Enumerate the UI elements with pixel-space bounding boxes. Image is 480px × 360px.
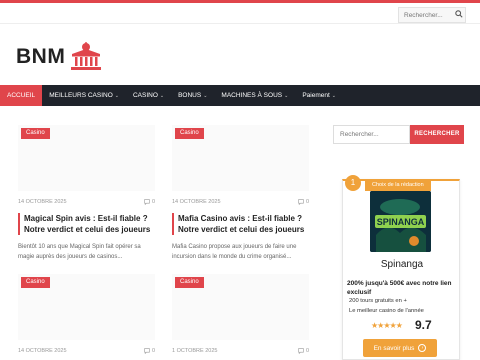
category-badge[interactable]: Casino xyxy=(175,128,204,139)
post-excerpt: Mafia Casino propose aux joueurs de fair… xyxy=(172,244,297,260)
bonus-offer: 200% jusqu'à 500€ avec notre lien exclus… xyxy=(347,280,452,296)
chevron-down-icon: ⌄ xyxy=(331,92,336,99)
logo-text: BNM xyxy=(16,45,66,68)
top-bar: Rechercher... xyxy=(0,0,480,24)
post-excerpt: Bientôt 10 ans que Magical Spin fait opé… xyxy=(18,244,141,260)
bank-building-icon xyxy=(71,42,102,70)
post-date: 1 OCTOBRE 2025 xyxy=(172,348,218,354)
post-date: 14 OCTOBRE 2025 xyxy=(172,199,221,205)
search-button[interactable]: RECHERCHER xyxy=(410,125,464,144)
comment-icon xyxy=(298,199,304,205)
nav-label: BONUS xyxy=(178,92,202,99)
nav-item-accueil[interactable]: ACCUEIL xyxy=(0,85,43,106)
nav-item-paiement[interactable]: Paiement ⌄ xyxy=(295,85,343,106)
post-card: Casino 1 OCTOBRE 2025 0 xyxy=(172,274,309,360)
nav-item-meilleurs-casino[interactable]: MEILLEURS CASINO ⌄ xyxy=(42,85,126,106)
sidebar-search-input[interactable]: Rechercher... xyxy=(333,125,410,144)
comment-count-value: 0 xyxy=(305,348,309,354)
category-badge[interactable]: Casino xyxy=(21,277,50,288)
rating-score: 9.7 xyxy=(415,318,432,332)
post-date: 14 OCTOBRE 2025 xyxy=(18,348,67,354)
post-meta: 14 OCTOBRE 2025 0 xyxy=(18,199,155,207)
nav-item-machines-a-sous[interactable]: MACHINES À SOUS ⌄ xyxy=(214,85,295,106)
post-card: Casino 14 OCTOBRE 2025 0 xyxy=(18,274,155,360)
post-meta: 1 OCTOBRE 2025 0 xyxy=(172,348,309,356)
nav-label: CASINO xyxy=(132,92,158,99)
casino-promo-card: 1 Choix de la rédaction SPINANGA Spinang… xyxy=(342,175,461,360)
nav-item-casino[interactable]: CASINO ⌄ xyxy=(126,85,171,106)
nav-label: Paiement xyxy=(302,92,330,99)
comment-count-value: 0 xyxy=(151,199,155,205)
casino-logo-art: SPINANGA xyxy=(370,191,431,252)
post-meta: 14 OCTOBRE 2025 0 xyxy=(18,348,155,356)
site-logo[interactable]: BNM xyxy=(16,40,103,74)
casino-logo[interactable]: SPINANGA xyxy=(370,191,431,252)
editor-choice-tag: Choix de la rédaction xyxy=(365,179,431,191)
comment-count[interactable]: 0 xyxy=(144,348,155,354)
feature-item: 200 tours gratuits en + xyxy=(349,298,407,304)
post-title[interactable]: Mafia Casino avis : Est-il fiable ? Notr… xyxy=(172,213,309,235)
comment-count[interactable]: 0 xyxy=(298,199,309,205)
comment-count-value: 0 xyxy=(305,199,309,205)
casino-name[interactable]: Spinanga xyxy=(343,259,461,270)
rating-stars: ★★★★★ xyxy=(371,321,403,330)
chevron-down-icon: ⌄ xyxy=(114,92,119,99)
post-card: Casino 14 OCTOBRE 2025 0 Magical Spin av… xyxy=(18,125,155,265)
post-date: 14 OCTOBRE 2025 xyxy=(18,199,67,205)
post-card: Casino 14 OCTOBRE 2025 0 Mafia Casino av… xyxy=(172,125,309,265)
chevron-down-icon: ⌄ xyxy=(284,92,289,99)
post-title[interactable]: Magical Spin avis : Est-il fiable ? Notr… xyxy=(18,213,155,235)
main-nav: ACCUEIL MEILLEURS CASINO ⌄ CASINO ⌄ BONUS ⌄… xyxy=(0,85,480,106)
arrow-right-icon: › xyxy=(418,344,427,352)
nav-label: MEILLEURS CASINO xyxy=(49,92,113,99)
comment-icon xyxy=(144,348,150,354)
nav-label: MACHINES À SOUS xyxy=(221,92,283,99)
post-meta: 14 OCTOBRE 2025 0 xyxy=(172,199,309,207)
chevron-down-icon: ⌄ xyxy=(159,92,165,99)
comment-count-value: 0 xyxy=(151,348,155,354)
nav-label: ACCUEIL xyxy=(7,92,36,99)
comment-icon xyxy=(144,199,150,205)
comment-icon xyxy=(298,348,304,354)
feature-item: Le meilleur casino de l'année xyxy=(349,308,424,314)
comment-count[interactable]: 0 xyxy=(298,348,309,354)
search-icon[interactable] xyxy=(455,10,463,18)
casino-logo-text: SPINANGA xyxy=(377,217,425,227)
learn-more-label: En savoir plus xyxy=(373,344,415,352)
rank-badge: 1 xyxy=(345,175,361,191)
chevron-down-icon: ⌄ xyxy=(203,92,208,99)
learn-more-button[interactable]: En savoir plus › xyxy=(363,339,437,357)
comment-count[interactable]: 0 xyxy=(144,199,155,205)
category-badge[interactable]: Casino xyxy=(21,128,50,139)
nav-item-bonus[interactable]: BONUS ⌄ xyxy=(171,85,214,106)
category-badge[interactable]: Casino xyxy=(175,277,204,288)
